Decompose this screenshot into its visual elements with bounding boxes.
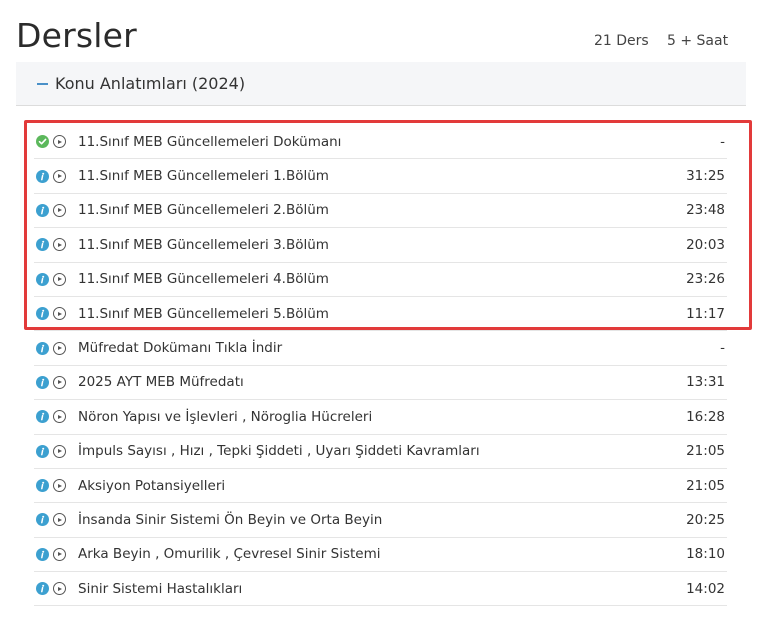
play-icon[interactable] xyxy=(53,203,66,217)
lesson-duration: 23:48 xyxy=(686,202,725,219)
lesson-title[interactable]: 11.Sınıf MEB Güncellemeleri 2.Bölüm xyxy=(78,202,329,218)
lesson-title[interactable]: 11.Sınıf MEB Güncellemeleri 1.Bölüm xyxy=(78,168,329,184)
section-toggle[interactable]: Konu Anlatımları (2024) xyxy=(16,62,746,106)
lesson-count: 21 Ders xyxy=(594,33,649,49)
lesson-row[interactable]: Aksiyon Potansiyelleri 21:05 xyxy=(34,469,727,504)
lesson-duration: 14:02 xyxy=(686,580,725,597)
lesson-row[interactable]: 11.Sınıf MEB Güncellemeleri 5.Bölüm 11:17 xyxy=(34,297,727,332)
total-hours: 5 + Saat xyxy=(667,33,729,49)
info-icon[interactable] xyxy=(36,272,49,286)
info-icon[interactable] xyxy=(36,547,49,561)
lesson-title[interactable]: 11.Sınıf MEB Güncellemeleri 4.Bölüm xyxy=(78,271,329,287)
lesson-duration: - xyxy=(720,340,725,357)
lesson-title[interactable]: Sinir Sistemi Hastalıkları xyxy=(78,581,242,597)
lesson-duration: 23:26 xyxy=(686,271,725,288)
play-icon[interactable] xyxy=(53,272,66,286)
play-icon[interactable] xyxy=(53,375,66,389)
lesson-row[interactable]: 11.Sınıf MEB Güncellemeleri 3.Bölüm 20:03 xyxy=(34,228,727,263)
lesson-title[interactable]: 2025 AYT MEB Müfredatı xyxy=(78,374,244,390)
play-icon[interactable] xyxy=(53,444,66,458)
check-icon xyxy=(36,135,49,149)
lesson-duration: 13:31 xyxy=(686,374,725,391)
lesson-list: 11.Sınıf MEB Güncellemeleri Dokümanı -11.… xyxy=(34,125,727,607)
play-icon[interactable] xyxy=(53,410,66,424)
info-icon[interactable] xyxy=(36,513,49,527)
play-icon[interactable] xyxy=(53,513,66,527)
lesson-row[interactable]: İmpuls Sayısı , Hızı , Tepki Şiddeti , U… xyxy=(34,435,727,469)
play-icon[interactable] xyxy=(53,169,66,183)
page-title: Dersler xyxy=(16,16,137,55)
collapse-icon[interactable] xyxy=(37,82,48,85)
info-icon[interactable] xyxy=(36,444,49,458)
info-icon[interactable] xyxy=(36,341,49,355)
lesson-duration: 20:03 xyxy=(686,236,725,253)
info-icon[interactable] xyxy=(36,169,49,183)
lesson-duration: 21:05 xyxy=(686,477,725,494)
play-icon[interactable] xyxy=(53,238,66,252)
play-icon[interactable] xyxy=(53,479,66,493)
lesson-row[interactable]: 2025 AYT MEB Müfredatı 13:31 xyxy=(34,366,727,401)
lesson-row[interactable]: 11.Sınıf MEB Güncellemeleri 2.Bölüm 23:48 xyxy=(34,194,727,229)
lesson-duration: 18:10 xyxy=(686,546,725,563)
lesson-row[interactable]: Müfredat Dokümanı Tıkla İndir - xyxy=(34,331,727,366)
info-icon[interactable] xyxy=(36,375,49,389)
lesson-row[interactable]: 11.Sınıf MEB Güncellemeleri Dokümanı - xyxy=(34,125,727,160)
play-icon[interactable] xyxy=(53,582,66,596)
lesson-row[interactable]: Nöron Yapısı ve İşlevleri , Nöroglia Hüc… xyxy=(34,400,727,435)
play-icon[interactable] xyxy=(53,341,66,355)
lesson-title[interactable]: 11.Sınıf MEB Güncellemeleri 3.Bölüm xyxy=(78,237,329,253)
lesson-title[interactable]: Müfredat Dokümanı Tıkla İndir xyxy=(78,340,282,356)
lesson-title[interactable]: Nöron Yapısı ve İşlevleri , Nöroglia Hüc… xyxy=(78,409,372,425)
lesson-title[interactable]: İmpuls Sayısı , Hızı , Tepki Şiddeti , U… xyxy=(78,443,480,459)
lesson-row[interactable]: Arka Beyin , Omurilik , Çevresel Sinir S… xyxy=(34,538,727,573)
lesson-title[interactable]: Aksiyon Potansiyelleri xyxy=(78,478,225,494)
lesson-row[interactable]: İnsanda Sinir Sistemi Ön Beyin ve Orta B… xyxy=(34,503,727,538)
lesson-duration: 20:25 xyxy=(686,511,725,528)
play-icon[interactable] xyxy=(53,307,66,321)
lesson-duration: 21:05 xyxy=(686,443,725,460)
lesson-row[interactable]: 11.Sınıf MEB Güncellemeleri 1.Bölüm 31:25 xyxy=(34,159,727,194)
info-icon[interactable] xyxy=(36,238,49,252)
info-icon[interactable] xyxy=(36,479,49,493)
lesson-duration: - xyxy=(720,133,725,150)
lesson-duration: 31:25 xyxy=(686,168,725,185)
play-icon[interactable] xyxy=(53,135,66,149)
lesson-title[interactable]: Arka Beyin , Omurilik , Çevresel Sinir S… xyxy=(78,546,380,562)
info-icon[interactable] xyxy=(36,203,49,217)
lesson-title[interactable]: 11.Sınıf MEB Güncellemeleri Dokümanı xyxy=(78,134,341,150)
lesson-duration: 16:28 xyxy=(686,408,725,425)
info-icon[interactable] xyxy=(36,410,49,424)
lesson-row[interactable]: Sinir Sistemi Hastalıkları 14:02 xyxy=(34,572,727,607)
play-icon[interactable] xyxy=(53,547,66,561)
lesson-duration: 11:17 xyxy=(686,305,725,322)
lesson-title[interactable]: İnsanda Sinir Sistemi Ön Beyin ve Orta B… xyxy=(78,512,382,528)
lesson-title[interactable]: 11.Sınıf MEB Güncellemeleri 5.Bölüm xyxy=(78,306,329,322)
info-icon[interactable] xyxy=(36,307,49,321)
info-icon[interactable] xyxy=(36,582,49,596)
section-title: Konu Anlatımları (2024) xyxy=(55,74,246,93)
lesson-row[interactable]: 11.Sınıf MEB Güncellemeleri 4.Bölüm 23:26 xyxy=(34,263,727,297)
